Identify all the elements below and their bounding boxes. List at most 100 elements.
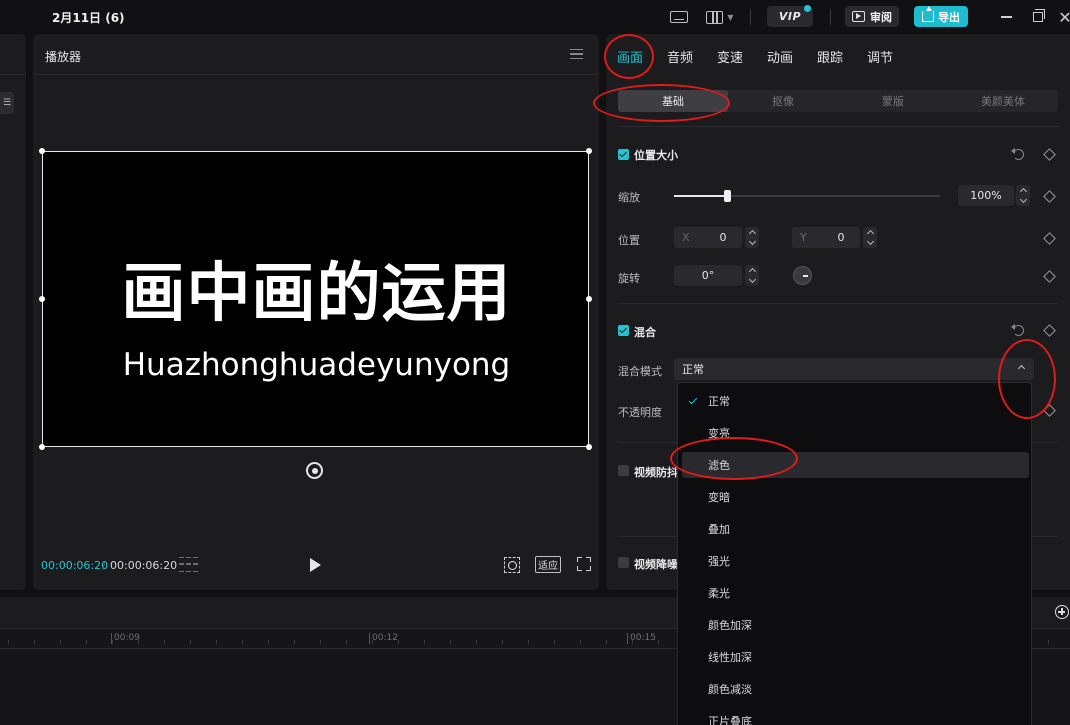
ruler-tick [1048, 640, 1049, 644]
resize-handle[interactable] [586, 148, 592, 154]
media-panel-header [0, 34, 26, 75]
tick-label: 00:09 [111, 633, 140, 644]
rotate-stepper[interactable] [745, 265, 759, 286]
scale-label: 缩放 [618, 191, 640, 204]
blend-option[interactable]: 正常 [678, 388, 1031, 414]
x-prefix: X [682, 231, 690, 244]
subtab-basic[interactable]: 基础 [618, 90, 728, 112]
zoom-in-icon[interactable] [1055, 605, 1069, 619]
reset-icon[interactable] [1011, 324, 1024, 336]
blend-option[interactable]: 变亮 [678, 420, 1031, 446]
layout-icon[interactable]: ▼ [703, 7, 737, 27]
reset-icon[interactable] [1011, 148, 1024, 160]
sort-icon[interactable]: ☰ [0, 92, 14, 114]
blend-option[interactable]: 正片叠底 [678, 708, 1031, 725]
position-size-checkbox[interactable] [618, 149, 629, 160]
position-y-stepper[interactable] [863, 227, 877, 248]
ruler-tick [476, 640, 477, 644]
ruler-tick [632, 640, 633, 644]
review-button[interactable]: 审阅 [845, 6, 899, 27]
export-button[interactable]: 导出 [914, 6, 968, 27]
minimize-button[interactable] [997, 8, 1015, 26]
blend-mode-label: 混合模式 [618, 365, 662, 378]
rotate-knob[interactable] [793, 266, 812, 285]
subtab-cutout[interactable]: 抠像 [728, 90, 838, 112]
scale-slider-fill [674, 195, 728, 197]
tab-adjust[interactable]: 调节 [867, 47, 893, 66]
tab-audio[interactable]: 音频 [667, 47, 693, 66]
ruler-tick [138, 640, 139, 644]
fit-ratio-button[interactable]: 适应 [535, 556, 561, 573]
keyframe-icon[interactable] [1043, 324, 1056, 337]
keyframe-icon[interactable] [1043, 404, 1056, 417]
maximize-button[interactable] [1029, 8, 1047, 26]
scale-slider-thumb[interactable] [724, 190, 732, 202]
resize-handle[interactable] [586, 444, 592, 450]
tab-picture[interactable]: 画面 [617, 47, 643, 66]
current-time: 00:00:06:20 [41, 559, 109, 572]
ruler-tick [554, 640, 555, 644]
keyframe-icon[interactable] [1043, 190, 1056, 203]
blend-checkbox[interactable] [618, 325, 629, 336]
subtab-mask[interactable]: 蒙版 [838, 90, 948, 112]
blend-option[interactable]: 滤色 [682, 452, 1029, 478]
scale-slider[interactable] [674, 190, 940, 202]
subtab-beauty[interactable]: 美颜美体 [948, 90, 1058, 112]
ruler-tick [502, 640, 503, 644]
keyboard-shortcut-icon[interactable] [668, 7, 690, 27]
denoise-checkbox[interactable] [618, 557, 629, 568]
scale-value: 100% [970, 189, 1002, 202]
blend-option[interactable]: 线性加深 [678, 644, 1031, 670]
keyframe-icon[interactable] [1043, 148, 1056, 161]
position-x-stepper[interactable] [745, 227, 759, 248]
blend-option[interactable]: 颜色加深 [678, 612, 1031, 638]
denoise-title: 视频降噪 [634, 558, 678, 571]
keyframe-icon[interactable] [1043, 270, 1056, 283]
close-button[interactable]: ✕ [1056, 8, 1070, 27]
blend-mode-dropdown: 正常变亮滤色变暗叠加强光柔光颜色加深线性加深颜色减淡正片叠底 [677, 382, 1032, 725]
player-header: 播放器 [33, 34, 599, 75]
tab-tracking[interactable]: 跟踪 [817, 47, 843, 66]
ruler-tick [372, 640, 373, 644]
position-label: 位置 [618, 234, 640, 247]
fullscreen-icon[interactable] [577, 557, 591, 571]
blend-option[interactable]: 叠加 [678, 516, 1031, 542]
divider [618, 126, 1058, 127]
video-preview[interactable]: 画中画的运用 Huazhonghuadeyunyong [39, 148, 592, 450]
vip-button[interactable]: VIP [767, 5, 813, 27]
zoom-preview-icon[interactable] [504, 557, 520, 573]
rotate-value: 0° [701, 269, 715, 282]
position-x-field[interactable]: X 0 [674, 227, 742, 248]
stabilize-checkbox[interactable] [618, 465, 629, 476]
rotate-icon[interactable] [306, 462, 323, 479]
rotate-value-field[interactable]: 0° [674, 265, 742, 286]
frame-grid-icon[interactable] [179, 557, 200, 572]
time-separator: / [102, 559, 106, 572]
menu-icon[interactable] [570, 49, 583, 59]
resize-handle[interactable] [39, 444, 45, 450]
tab-animation[interactable]: 动画 [767, 47, 793, 66]
total-time: 00:00:06:20 [110, 559, 178, 572]
play-icon[interactable] [310, 558, 321, 572]
resize-handle[interactable] [39, 148, 45, 154]
tab-speed[interactable]: 变速 [717, 47, 743, 66]
ruler-tick [164, 640, 165, 644]
inspector-tabs: 画面 音频 变速 动画 跟踪 调节 [606, 34, 1070, 75]
blend-option[interactable]: 变暗 [678, 484, 1031, 510]
blend-mode-select[interactable]: 正常 [674, 358, 1034, 380]
title-bar: 2月11日 (6) ▼ VIP 审阅 导出 ✕ [0, 0, 1070, 34]
keyframe-icon[interactable] [1043, 232, 1056, 245]
blend-option[interactable]: 颜色减淡 [678, 676, 1031, 702]
ruler-tick [320, 640, 321, 644]
blend-option[interactable]: 强光 [678, 548, 1031, 574]
vip-label: VIP [778, 10, 802, 23]
scale-stepper[interactable] [1016, 185, 1030, 206]
scale-value-field[interactable]: 100% [958, 185, 1014, 206]
tick-label: 00:12 [369, 633, 398, 644]
ruler-tick [398, 640, 399, 644]
blend-option-label: 变亮 [708, 427, 730, 440]
y-prefix: Y [800, 231, 807, 244]
blend-option[interactable]: 柔光 [678, 580, 1031, 606]
position-y-field[interactable]: Y 0 [792, 227, 860, 248]
rotate-label: 旋转 [618, 272, 640, 285]
